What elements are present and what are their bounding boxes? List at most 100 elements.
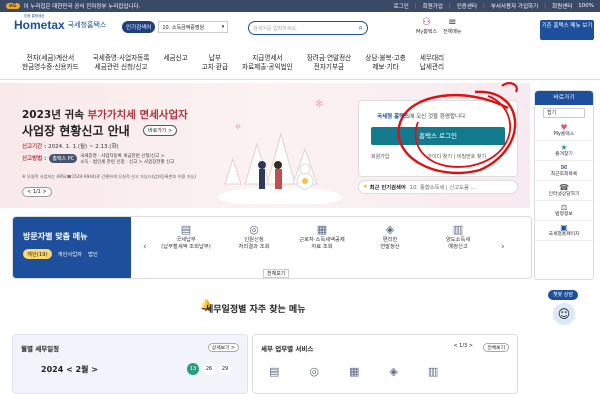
hometax-logo[interactable]: 믿음 통합제공 Hometax 국세청홈택스 xyxy=(14,14,107,32)
side-law[interactable]: ⚖ 법령정보 xyxy=(535,201,593,221)
phone-icon: ☎ xyxy=(559,183,569,192)
svg-text:✻: ✻ xyxy=(235,123,241,131)
tab-corporation[interactable]: 법인 xyxy=(88,249,98,259)
gov-badge: eG xyxy=(6,3,20,9)
quick-links-panel: 바로가기 접기 ♥ My홈택스 ★ 즐겨찾기 ✉ 최근조회목록 ☎ 인터넷상담하기 ⚖ 법… xyxy=(534,90,594,280)
search-icon[interactable]: ⌕ xyxy=(359,23,363,33)
popular-keyword-select[interactable]: 10. 소득금액증명원 ▾ xyxy=(158,21,229,33)
zoom-level[interactable]: 100% xyxy=(578,3,594,9)
link-member-center[interactable]: 회원센터 xyxy=(552,2,572,10)
hero-pager[interactable]: < 1/1 > xyxy=(22,187,52,197)
day-26[interactable]: 26 xyxy=(203,363,215,375)
diamond-icon: ◈ xyxy=(385,223,395,236)
nav-payment-statement[interactable]: 지급명세서 자료제출·공익법인 xyxy=(242,50,293,79)
top-utility-bar: eG 이 누리집은 대한민국 공식 전자정부 누리집입니다. 로그인 | 회원가입… xyxy=(0,0,600,12)
home-icon: ▣ xyxy=(560,223,568,232)
welcome-text: 국세청 홈택스에 오신 것을 환영합니다. xyxy=(377,114,467,120)
nav-consult[interactable]: 상담·불복·고충 제보·기타 xyxy=(365,50,406,79)
link-cert[interactable]: 인증센터 xyxy=(457,2,477,10)
chatbot-button[interactable]: 챗봇 상담 xyxy=(548,290,578,300)
day-29[interactable]: 29 xyxy=(219,363,231,375)
gov-notice: 이 누리집은 대한민국 공식 전자정부 누리집입니다. xyxy=(23,4,141,10)
header: 믿음 통합제공 Hometax 국세청홈택스 인기검색어 10. 소득금액증명원… xyxy=(0,12,600,46)
tab-sole-proprietor[interactable]: 개인사업자 xyxy=(58,249,82,259)
target-icon: ◎ xyxy=(249,223,259,236)
hero-title-1: 2023년 귀속 부가가치세 면세사업자 xyxy=(22,109,188,121)
popular-keyword-label: 인기검색어 xyxy=(122,21,156,33)
service-icon-5: ▥ xyxy=(427,365,439,378)
side-recent[interactable]: ✉ 최근조회목록 xyxy=(535,161,593,181)
side-nts-home[interactable]: ▣ 국세청홈페이지 xyxy=(535,221,593,241)
hero-deadline: 신고기간 : 2024. 1. 1.(월) ~ 2.13.(화) xyxy=(22,144,119,150)
mail-icon: ✉ xyxy=(560,163,568,172)
hero-more-button[interactable]: 바로가기 > xyxy=(143,125,178,136)
business-service-title: 세무 업무별 서비스 xyxy=(261,345,314,353)
heart-icon: ♥ xyxy=(560,123,568,132)
find-id-pw-link[interactable]: 아이디 찾기 | 비밀번호 찾기 xyxy=(427,153,486,160)
chatbot-avatar-icon[interactable]: ☺ xyxy=(553,303,575,325)
main-nav: 전자(세금)계산서 현금영수증·신용카드 국세증명·사업자등록 세금관련 신청/… xyxy=(0,50,600,80)
svg-text:✻: ✻ xyxy=(315,99,323,110)
side-favorites[interactable]: ★ 즐겨찾기 xyxy=(535,141,593,161)
winter-scene-illustration: ✻ ✻ xyxy=(218,99,342,204)
nav-tax-filing[interactable]: 세금신고 xyxy=(163,50,187,79)
signup-link[interactable]: 회원가입 xyxy=(371,153,389,160)
scale-icon: ⚖ xyxy=(560,203,568,212)
link-signup[interactable]: 회원가입 xyxy=(423,2,443,10)
nav-tax-agent[interactable]: 세무대리 납세관리 xyxy=(420,50,444,79)
visitor-menu: 방문자별 맞춤 메뉴 개인(19) 개인사업자 법인 ‹ ▤ 국세납부 (납부할세… xyxy=(12,216,532,279)
nav-e-invoice[interactable]: 전자(세금)계산서 현금영수증·신용카드 xyxy=(22,50,79,79)
monthly-schedule-card: 월별 세무일정 상세보기 > 2024 < 2월 > 13 26 29 xyxy=(12,334,248,394)
quick-links-title: 바로가기 xyxy=(535,91,593,105)
service-icon-4: ◈ xyxy=(389,365,398,378)
prev-arrow-icon[interactable]: ‹ xyxy=(143,242,147,252)
classic-menu-button[interactable]: 기존 홈택스 메뉴 보기 xyxy=(540,20,594,40)
hero-title-2: 사업장 현황신고 안내 xyxy=(22,124,130,138)
user-icon: ⚇ xyxy=(422,17,432,28)
login-card: 국세청 홈택스에 오신 것을 환영합니다. 홈택스 로그인 회원가입 아이디 찾기… xyxy=(358,100,518,177)
star-icon: ★ xyxy=(363,184,368,190)
my-hometax-button[interactable]: ⚇ My홈택스 xyxy=(416,17,437,36)
side-my-hometax[interactable]: ♥ My홈택스 xyxy=(535,121,593,141)
svc-civil-result[interactable]: ◎ 인원신청 처리결과 조회 xyxy=(223,223,285,251)
service-icon-1: ▤ xyxy=(269,365,280,378)
star-icon: ★ xyxy=(560,143,568,152)
recent-popular-keywords[interactable]: ★ 최근 인기검색어 10. 종합소득세 | 신고도움 ... xyxy=(358,180,518,194)
link-login[interactable]: 로그인 xyxy=(394,2,409,10)
hero-note: ※ 무실적 사업자는 ARS(☎1544-9944)로 간편하게 무실적 신고 … xyxy=(22,174,197,179)
logo-sub: 국세청홈택스 xyxy=(67,21,107,29)
nav-incentive[interactable]: 장려금·연말정산 전자기부금 xyxy=(307,50,352,79)
monthly-schedule-title: 월별 세무일정 xyxy=(21,345,60,353)
next-arrow-icon[interactable]: › xyxy=(501,242,505,252)
hero-method: 신고방법 : 홈택스 PC 국세증명 · 사업자등록 세금관련 신청/신고 > 소득… xyxy=(22,154,175,165)
svc-capital-gains[interactable]: ▥ 양도소득세 예정신고 xyxy=(427,223,489,251)
day-13[interactable]: 13 xyxy=(187,363,199,375)
business-pager[interactable]: < 1/3 > xyxy=(453,343,473,349)
all-menu-button[interactable]: ≡ 전체메뉴 xyxy=(443,17,461,36)
svc-deduction-data[interactable]: ▦ 근로자·소득세액공제 자료 조회 xyxy=(291,223,353,251)
hometax-login-button[interactable]: 홈택스 로그인 xyxy=(371,127,505,145)
svc-tax-payment[interactable]: ▤ 국세납부 (납부할세액 조회납부) xyxy=(155,223,217,251)
grid-icon: ▦ xyxy=(316,223,328,236)
view-all-button[interactable]: 전체보기 xyxy=(263,269,290,278)
business-service-card: 세무 업무별 서비스 < 1/3 > 전체보기 ▤ ◎ ▦ ◈ ▥ xyxy=(252,334,518,394)
business-view-all[interactable]: 전체보기 xyxy=(483,343,509,352)
nav-certificates[interactable]: 국세증명·사업자등록 세금관련 신청/신고 xyxy=(93,50,150,79)
service-icon-3: ▦ xyxy=(349,365,360,378)
side-consult[interactable]: ☎ 인터넷상담하기 xyxy=(535,181,593,201)
svc-year-end[interactable]: ◈ 편리한 연말정산 xyxy=(359,223,421,251)
menu-icon: ≡ xyxy=(448,17,457,28)
visitor-menu-title: 방문자별 맞춤 메뉴 xyxy=(23,232,88,241)
tab-individual[interactable]: 개인(19) xyxy=(23,249,52,259)
search-input[interactable]: 검색어를 입력하세요. ⌕ xyxy=(248,21,368,35)
schedule-section-title: 세무일정별 자주 찾는 메뉴 xyxy=(205,305,306,315)
link-dept-signup[interactable]: 부서사용자 가입하기 xyxy=(491,2,538,10)
service-icon-2: ◎ xyxy=(309,365,320,378)
monthly-detail-button[interactable]: 상세보기 > xyxy=(207,343,239,352)
nav-payment[interactable]: 납부 고지·환급 xyxy=(202,50,228,79)
collapse-select[interactable]: 접기 xyxy=(543,108,585,118)
year-month[interactable]: 2024 < 2월 > xyxy=(41,364,98,375)
logo-text: Hometax xyxy=(14,18,65,32)
form-icon: ▥ xyxy=(452,223,464,236)
logo-tag: 믿음 통합제공 xyxy=(24,14,45,18)
